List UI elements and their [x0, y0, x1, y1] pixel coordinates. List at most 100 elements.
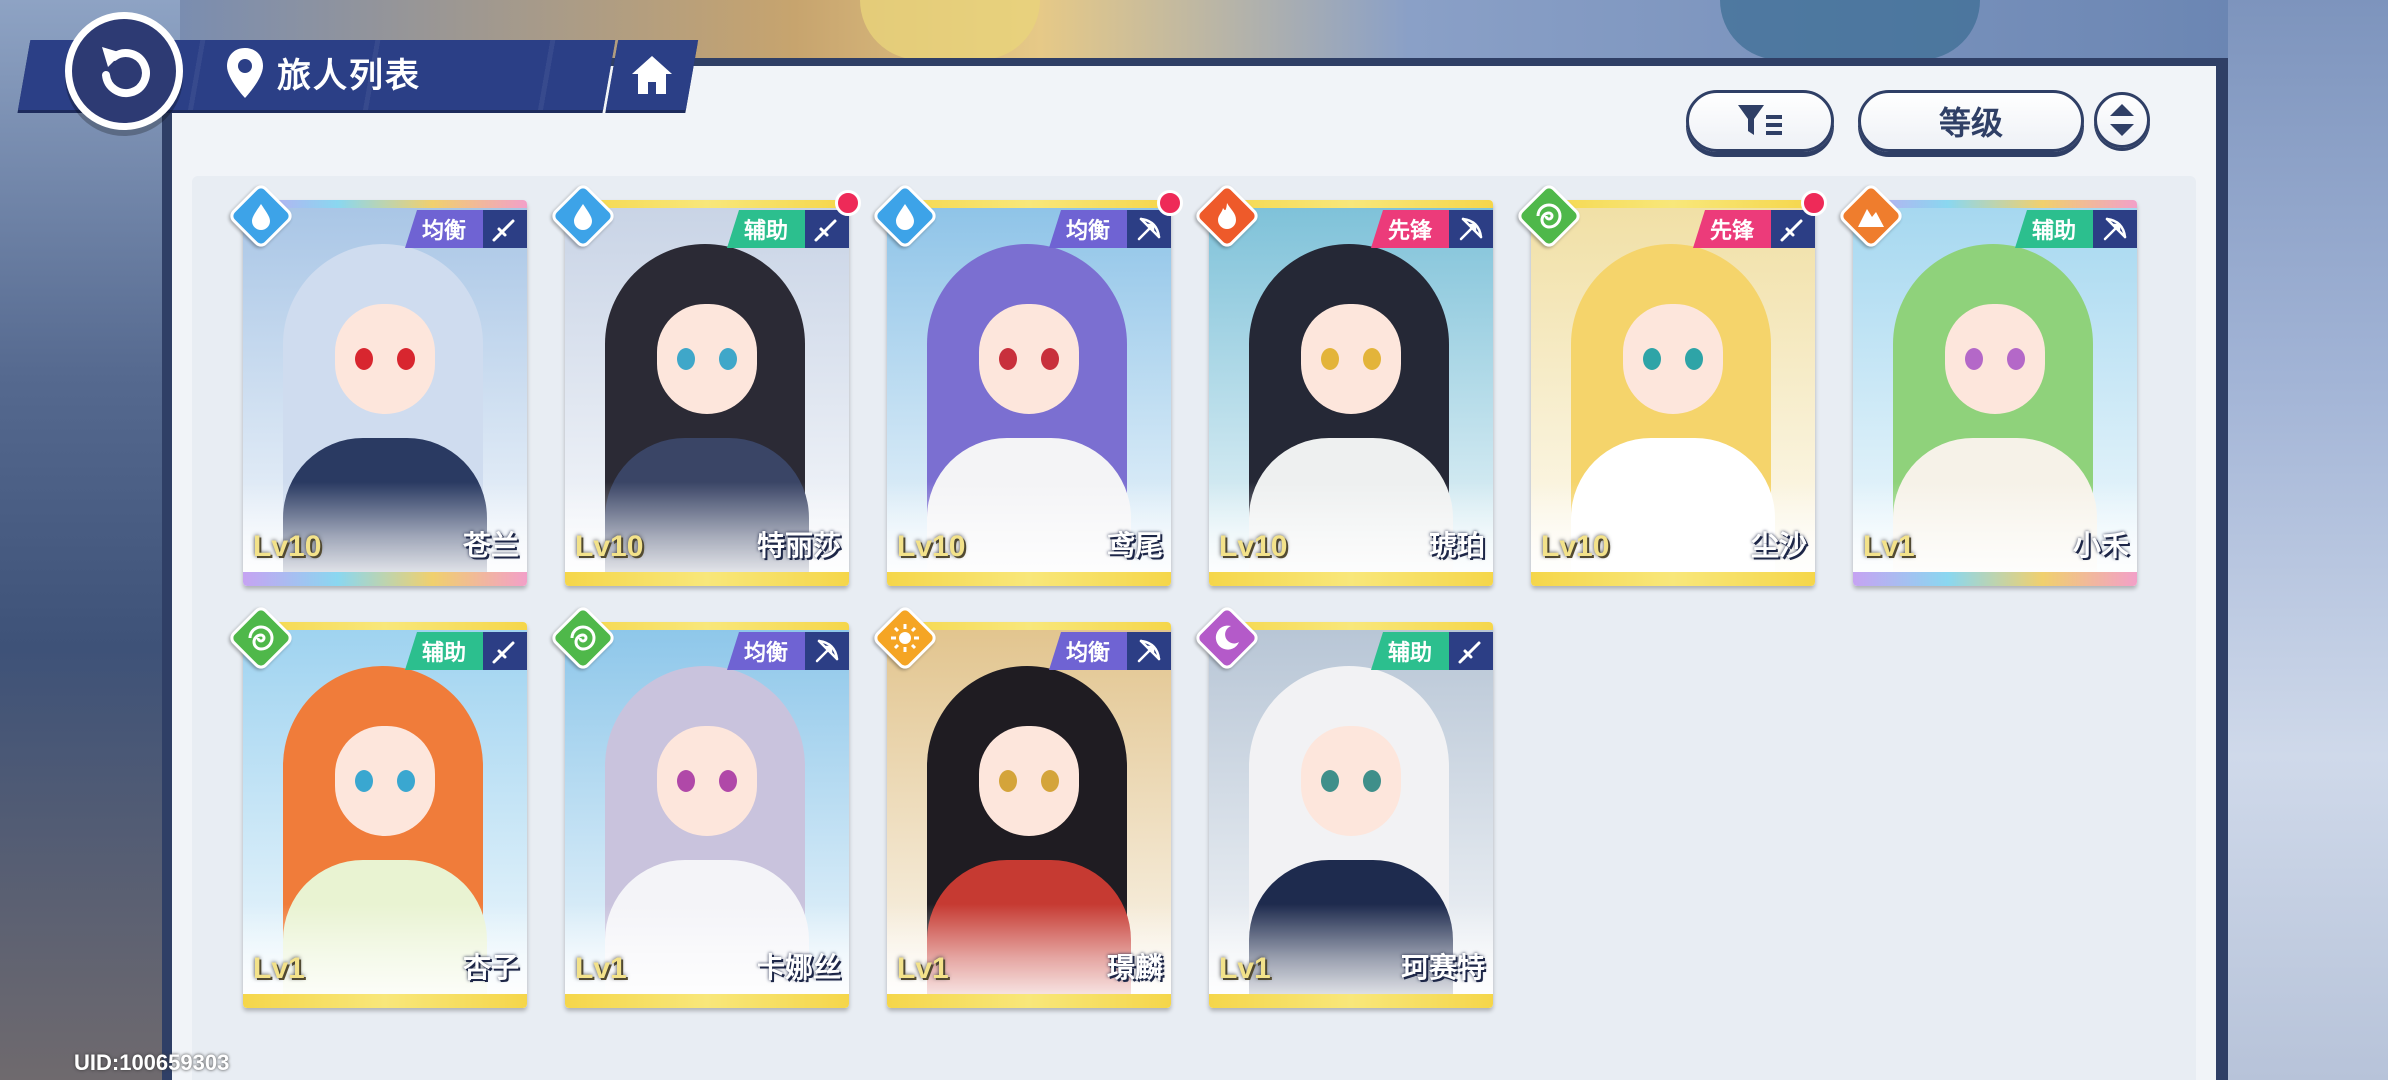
character-level: Lv10 — [1219, 530, 1288, 563]
character-card[interactable]: Lv10 苍兰 均衡 — [227, 182, 527, 586]
background-left — [0, 0, 180, 1080]
character-portrait — [1531, 208, 1815, 572]
card-frame: Lv10 鸢尾 均衡 — [887, 200, 1171, 586]
character-name: 杏子 — [462, 951, 519, 984]
character-level: Lv10 — [897, 530, 966, 563]
character-level: Lv1 — [1863, 530, 1915, 563]
sort-order-icon — [2110, 104, 2134, 136]
role-tag: 均衡 — [1049, 632, 1127, 670]
card-frame: Lv10 特丽莎 辅助 — [565, 200, 849, 586]
sort-order-toggle[interactable] — [2094, 92, 2150, 148]
card-frame: Lv10 尘沙 先锋 — [1531, 200, 1815, 586]
card-frame: Lv10 苍兰 均衡 — [243, 200, 527, 586]
card-frame: Lv1 小禾 辅助 — [1853, 200, 2137, 586]
light-element-icon — [881, 614, 929, 662]
character-card[interactable]: Lv1 璟麟 均衡 — [871, 604, 1171, 1008]
water-element-icon — [237, 192, 285, 240]
character-name: 尘沙 — [1750, 529, 1807, 562]
wind-element-icon — [237, 614, 285, 662]
fire-element-icon — [1203, 192, 1251, 240]
character-card[interactable]: Lv1 小禾 辅助 — [1837, 182, 2137, 586]
page-title: 旅人列表 — [277, 56, 421, 96]
role-tag: 辅助 — [1371, 632, 1449, 670]
rarity-strip-bottom — [243, 572, 527, 586]
card-frame: Lv1 珂赛特 辅助 — [1209, 622, 1493, 1008]
new-notification-dot — [1801, 190, 1827, 216]
back-arrow-icon — [102, 47, 150, 98]
character-portrait — [565, 208, 849, 572]
screen: 旅人列表 等级 Lv10 苍兰 均衡 Lv10 特丽莎 辅助 Lv10 鸢尾 均… — [0, 0, 2388, 1080]
character-portrait — [1853, 208, 2137, 572]
character-portrait — [1209, 630, 1493, 994]
character-card[interactable]: Lv1 珂赛特 辅助 — [1193, 604, 1493, 1008]
earth-element-icon — [1847, 192, 1895, 240]
card-frame: Lv1 杏子 辅助 — [243, 622, 527, 1008]
card-frame: Lv1 卡娜丝 均衡 — [565, 622, 849, 1008]
character-card[interactable]: Lv10 鸢尾 均衡 — [871, 182, 1183, 586]
water-element-icon — [559, 192, 607, 240]
character-level: Lv1 — [1219, 952, 1271, 985]
role-tag: 辅助 — [2015, 210, 2093, 248]
filter-button[interactable] — [1686, 90, 1834, 152]
wind-element-icon — [559, 614, 607, 662]
background-foliage — [1720, 0, 1980, 60]
sword-weapon-icon — [1449, 632, 1493, 670]
rarity-strip-bottom — [1531, 572, 1815, 586]
role-tag: 辅助 — [405, 632, 483, 670]
rarity-strip-bottom — [1209, 572, 1493, 586]
character-portrait — [243, 208, 527, 572]
location-pin-icon — [227, 48, 263, 98]
user-id-label: UID:100659303 — [74, 1050, 230, 1075]
rarity-strip-bottom — [1209, 994, 1493, 1008]
bow-weapon-icon — [1127, 210, 1171, 248]
character-portrait — [243, 630, 527, 994]
back-button[interactable] — [65, 12, 183, 130]
character-card[interactable]: Lv10 尘沙 先锋 — [1515, 182, 1827, 586]
bow-weapon-icon — [2093, 210, 2137, 248]
rarity-strip-bottom — [565, 994, 849, 1008]
character-level: Lv1 — [575, 952, 627, 985]
character-name: 小禾 — [2072, 529, 2129, 562]
bow-weapon-icon — [1449, 210, 1493, 248]
character-portrait — [887, 208, 1171, 572]
character-name: 珂赛特 — [1400, 951, 1485, 984]
home-button[interactable] — [605, 40, 699, 110]
card-frame: Lv1 璟麟 均衡 — [887, 622, 1171, 1008]
character-level: Lv1 — [253, 952, 305, 985]
character-name: 璟麟 — [1106, 951, 1163, 984]
sword-weapon-icon — [483, 632, 527, 670]
character-level: Lv10 — [253, 530, 322, 563]
water-element-icon — [881, 192, 929, 240]
character-name: 卡娜丝 — [756, 951, 841, 984]
card-frame: Lv10 琥珀 先锋 — [1209, 200, 1493, 586]
character-name: 苍兰 — [462, 529, 519, 562]
wind-element-icon — [1525, 192, 1573, 240]
rarity-strip-bottom — [887, 994, 1171, 1008]
character-name: 鸢尾 — [1106, 529, 1163, 562]
character-portrait — [887, 630, 1171, 994]
character-level: Lv10 — [1541, 530, 1610, 563]
role-tag: 均衡 — [405, 210, 483, 248]
sort-by-button[interactable]: 等级 — [1858, 90, 2084, 152]
role-tag: 辅助 — [727, 210, 805, 248]
rarity-strip-bottom — [1853, 572, 2137, 586]
character-card[interactable]: Lv10 琥珀 先锋 — [1193, 182, 1493, 586]
character-name: 琥珀 — [1428, 529, 1485, 562]
home-icon — [632, 56, 672, 94]
character-card[interactable]: Lv1 杏子 辅助 — [227, 604, 527, 1008]
character-card[interactable]: Lv1 卡娜丝 均衡 — [549, 604, 849, 1008]
bow-weapon-icon — [805, 632, 849, 670]
character-level: Lv10 — [575, 530, 644, 563]
background-right — [2228, 0, 2388, 1080]
character-name: 特丽莎 — [756, 529, 841, 562]
role-tag: 均衡 — [1049, 210, 1127, 248]
character-portrait — [1209, 208, 1493, 572]
dark-element-icon — [1203, 614, 1251, 662]
sword-weapon-icon — [483, 210, 527, 248]
bow-weapon-icon — [1127, 632, 1171, 670]
new-notification-dot — [835, 190, 861, 216]
rarity-strip-bottom — [243, 994, 527, 1008]
rarity-strip-bottom — [887, 572, 1171, 586]
character-card[interactable]: Lv10 特丽莎 辅助 — [549, 182, 861, 586]
new-notification-dot — [1157, 190, 1183, 216]
